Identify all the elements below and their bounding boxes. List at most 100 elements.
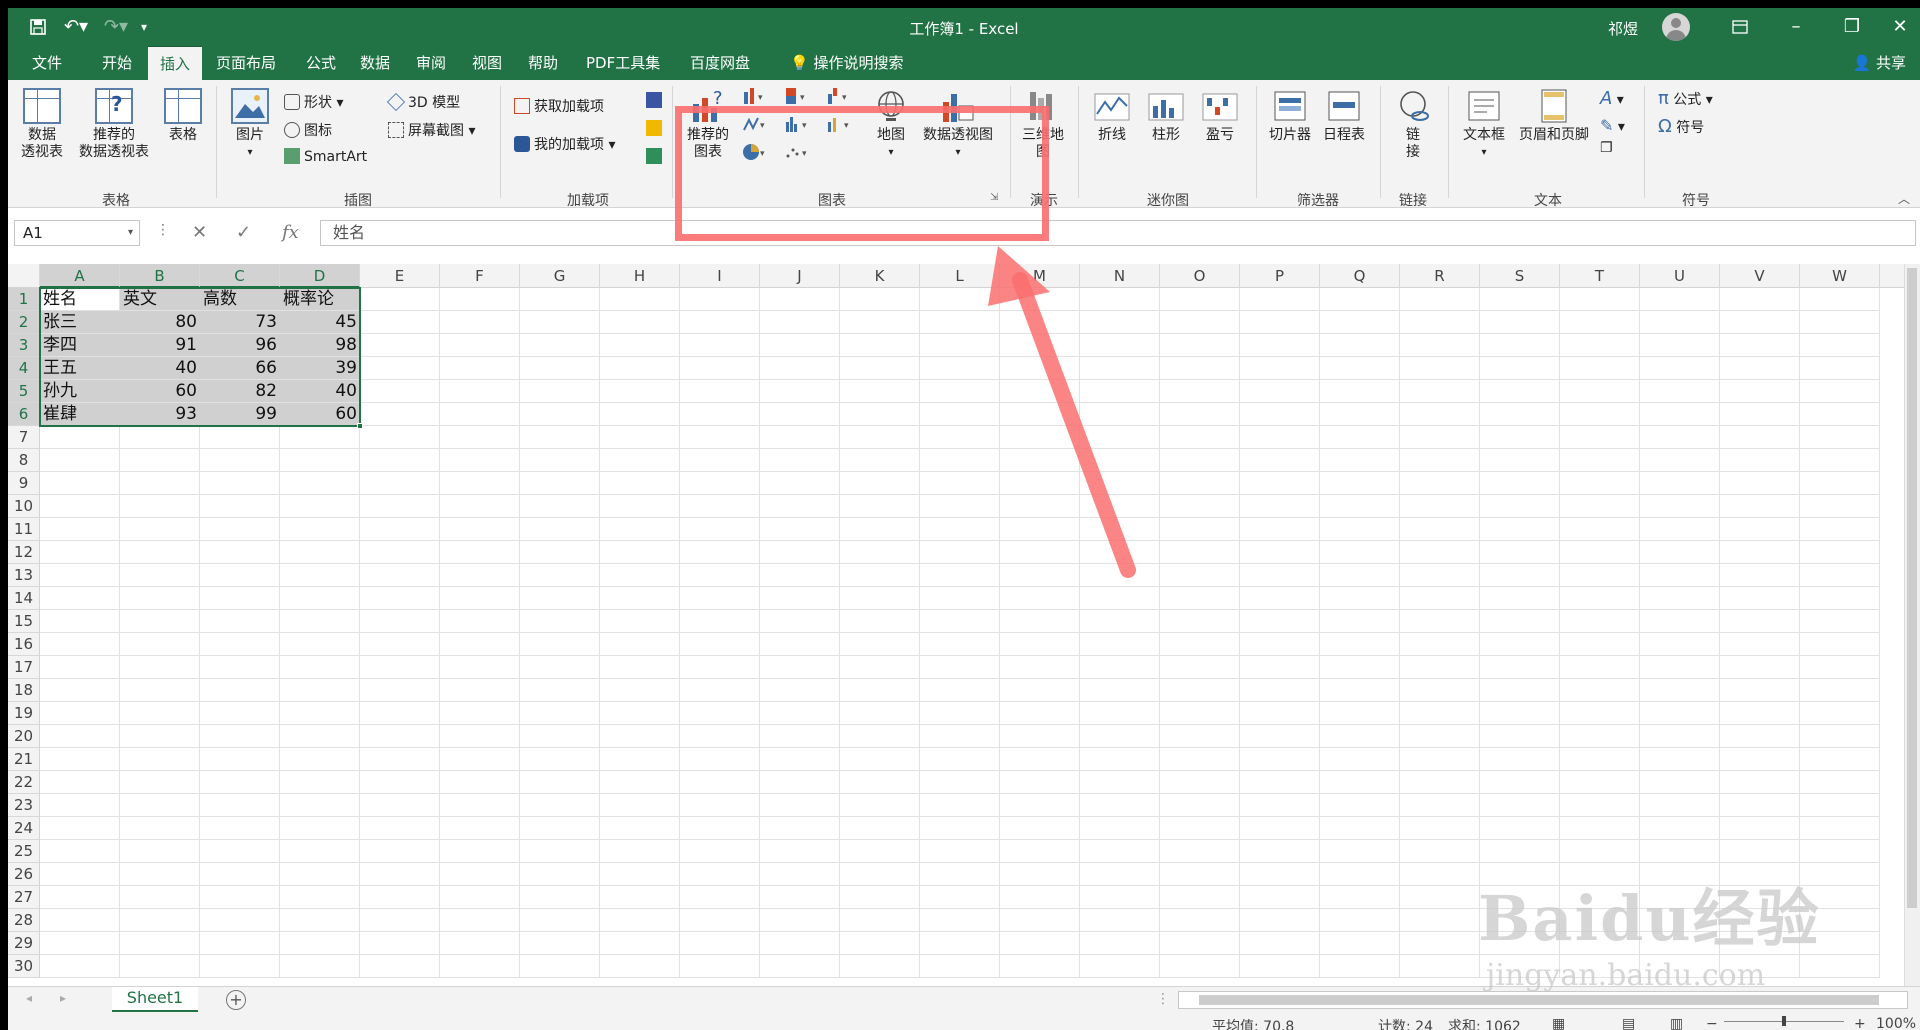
tab-help[interactable]: 帮助	[516, 46, 570, 80]
row-header-3[interactable]: 3	[8, 334, 40, 357]
row-header-2[interactable]: 2	[8, 311, 40, 334]
minimize-icon[interactable]: –	[1768, 8, 1824, 46]
column-header-g[interactable]: G	[520, 264, 600, 288]
recommended-pivot-button[interactable]: ? 推荐的 数据透视表	[72, 88, 156, 161]
row-header-26[interactable]: 26	[8, 863, 40, 886]
row-header-28[interactable]: 28	[8, 909, 40, 932]
people-graph-icon[interactable]	[646, 148, 666, 165]
timeline-button[interactable]: 日程表	[1318, 88, 1370, 144]
fill-handle[interactable]	[357, 423, 363, 429]
tab-page-layout[interactable]: 页面布局	[204, 46, 288, 80]
column-header-m[interactable]: M	[1000, 264, 1080, 288]
share-button[interactable]: 👤 共享	[1853, 46, 1906, 80]
row-header-24[interactable]: 24	[8, 817, 40, 840]
column-header-t[interactable]: T	[1560, 264, 1640, 288]
tell-me-search[interactable]: 💡 操作说明搜索	[778, 46, 915, 80]
row-header-22[interactable]: 22	[8, 771, 40, 794]
page-layout-view-icon[interactable]: ▤	[1622, 1016, 1635, 1030]
column-header-a[interactable]: A	[40, 264, 120, 288]
insert-function-icon[interactable]: fx	[282, 222, 299, 243]
row-header-19[interactable]: 19	[8, 702, 40, 725]
column-header-d[interactable]: D	[280, 264, 360, 288]
sparkline-winloss-button[interactable]: 盈亏	[1196, 88, 1244, 144]
shapes-button[interactable]: 形状 ▾	[284, 92, 343, 112]
horizontal-scroll-thumb[interactable]	[1199, 995, 1879, 1005]
row-header-9[interactable]: 9	[8, 472, 40, 495]
3d-models-button[interactable]: 3D 模型	[386, 92, 460, 112]
column-header-j[interactable]: J	[760, 264, 840, 288]
smartart-button[interactable]: SmartArt	[284, 148, 367, 165]
row-header-13[interactable]: 13	[8, 564, 40, 587]
page-break-view-icon[interactable]: ▥	[1670, 1016, 1683, 1030]
column-header-k[interactable]: K	[840, 264, 920, 288]
bing-icon[interactable]	[646, 120, 666, 137]
sparkline-column-button[interactable]: 柱形	[1142, 88, 1190, 144]
row-header-18[interactable]: 18	[8, 679, 40, 702]
chevron-down-icon[interactable]: ▾	[128, 221, 133, 245]
vertical-scrollbar[interactable]	[1904, 264, 1920, 986]
column-header-c[interactable]: C	[200, 264, 280, 288]
visio-icon[interactable]	[646, 92, 666, 109]
row-header-25[interactable]: 25	[8, 840, 40, 863]
close-icon[interactable]: ✕	[1872, 8, 1920, 46]
tab-home[interactable]: 开始	[90, 46, 144, 80]
column-header-l[interactable]: L	[920, 264, 1000, 288]
tab-formulas[interactable]: 公式	[294, 46, 348, 80]
signature-line-icon[interactable]: ✎ ▾	[1600, 116, 1625, 135]
scroll-right-icon[interactable]: ▸	[60, 991, 66, 1005]
split-handle-icon[interactable]: ⋮	[1156, 991, 1170, 1007]
sheet-tab-sheet1[interactable]: Sheet1	[112, 987, 198, 1013]
column-header-v[interactable]: V	[1720, 264, 1800, 288]
symbol-button[interactable]: Ω 符号	[1658, 116, 1704, 137]
waterfall-chart-button[interactable]: ▾	[826, 86, 854, 108]
tab-review[interactable]: 审阅	[404, 46, 458, 80]
row-header-7[interactable]: 7	[8, 426, 40, 449]
user-name[interactable]: 祁煜	[1608, 18, 1638, 39]
row-header-30[interactable]: 30	[8, 955, 40, 978]
column-chart-button[interactable]: ▾	[742, 86, 770, 108]
select-all-corner[interactable]	[8, 264, 40, 288]
tab-view[interactable]: 视图	[460, 46, 514, 80]
column-header-r[interactable]: R	[1400, 264, 1480, 288]
collapse-ribbon-icon[interactable]: ︿	[1898, 190, 1910, 207]
row-header-27[interactable]: 27	[8, 886, 40, 909]
zoom-level[interactable]: 100%	[1876, 1016, 1916, 1030]
tab-data[interactable]: 数据	[348, 46, 402, 80]
tab-baidu-netdisk[interactable]: 百度网盘	[678, 46, 762, 80]
row-header-12[interactable]: 12	[8, 541, 40, 564]
zoom-out-icon[interactable]: −	[1706, 1016, 1718, 1030]
textbox-button[interactable]: 文本框 ▾	[1456, 88, 1512, 161]
column-header-b[interactable]: B	[120, 264, 200, 288]
row-header-14[interactable]: 14	[8, 587, 40, 610]
zoom-in-icon[interactable]: +	[1854, 1016, 1866, 1030]
header-footer-button[interactable]: 页眉和页脚	[1514, 88, 1594, 144]
equation-button[interactable]: π 公式 ▾	[1658, 88, 1713, 109]
row-header-20[interactable]: 20	[8, 725, 40, 748]
icons-button[interactable]: 图标	[284, 120, 332, 140]
vertical-scroll-thumb[interactable]	[1907, 268, 1917, 908]
column-header-i[interactable]: I	[680, 264, 760, 288]
table-button[interactable]: 表格	[160, 88, 206, 144]
enter-icon[interactable]: ✓	[236, 222, 251, 243]
wordart-icon[interactable]: A ▾	[1600, 88, 1624, 109]
cancel-icon[interactable]: ✕	[192, 222, 207, 243]
normal-view-icon[interactable]: ▦	[1552, 1016, 1565, 1030]
get-addins-button[interactable]: 获取加载项	[514, 96, 604, 116]
column-header-q[interactable]: Q	[1320, 264, 1400, 288]
pivot-table-button[interactable]: 数据 透视表	[16, 88, 68, 161]
column-header-h[interactable]: H	[600, 264, 680, 288]
column-header-s[interactable]: S	[1480, 264, 1560, 288]
column-header-f[interactable]: F	[440, 264, 520, 288]
row-header-29[interactable]: 29	[8, 932, 40, 955]
hierarchy-chart-button[interactable]: ▾	[784, 86, 812, 108]
formula-input[interactable]: 姓名	[320, 220, 1916, 246]
zoom-slider-thumb[interactable]	[1782, 1016, 1786, 1026]
tab-file[interactable]: 文件	[20, 46, 74, 80]
column-header-e[interactable]: E	[360, 264, 440, 288]
sparkline-line-button[interactable]: 折线	[1088, 88, 1136, 144]
column-header-u[interactable]: U	[1640, 264, 1720, 288]
row-header-16[interactable]: 16	[8, 633, 40, 656]
row-header-6[interactable]: 6	[8, 403, 40, 426]
name-box[interactable]: A1 ▾	[14, 220, 140, 246]
slicer-button[interactable]: 切片器	[1264, 88, 1316, 144]
